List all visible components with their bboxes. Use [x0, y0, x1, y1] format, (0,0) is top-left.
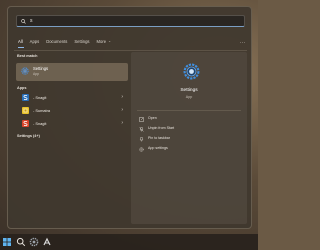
tab-documents[interactable]: Documents	[46, 39, 67, 44]
settings-icon[interactable]	[29, 237, 39, 247]
search-icon[interactable]	[16, 237, 26, 247]
unpin-icon	[139, 126, 144, 132]
unpin-from-start-action[interactable]: Unpin from Start	[139, 125, 174, 133]
app-icon[interactable]	[42, 237, 52, 247]
pin-to-taskbar-action[interactable]: Pin to taskbar	[139, 135, 170, 143]
more-options-button[interactable]: ...	[240, 40, 246, 45]
start-search-panel: s All Apps Documents Settings More ⌄ ...…	[7, 6, 252, 229]
list-item[interactable]: - Snagit ›	[16, 92, 128, 103]
search-query: s	[30, 17, 33, 24]
tab-all[interactable]: All	[18, 39, 23, 44]
chevron-right-icon[interactable]: ›	[121, 120, 123, 126]
search-input[interactable]: s	[16, 15, 245, 27]
unpin-label: Unpin from Start	[148, 126, 175, 131]
tab-apps[interactable]: Apps	[30, 39, 40, 44]
detail-divider	[137, 110, 241, 111]
windows-start-icon[interactable]	[2, 237, 12, 247]
results-list: Best match Settings App Apps - Snagit ›	[14, 52, 128, 228]
open-icon	[139, 116, 144, 122]
detail-pane: Settings App Open Unpin from Start Pin t…	[131, 52, 247, 224]
list-item[interactable]: - Snagit ›	[16, 118, 128, 129]
app-label: - Snagit	[33, 120, 47, 126]
detail-title: Settings	[180, 88, 198, 93]
chevron-down-icon: ⌄	[108, 39, 112, 44]
list-item[interactable]: - Sumatra ›	[16, 105, 128, 116]
gear-icon	[139, 146, 144, 152]
tab-more-label: More	[96, 39, 107, 44]
active-tab-indicator	[18, 47, 24, 48]
app-settings-label: App settings	[148, 146, 168, 151]
taskbar	[0, 234, 258, 250]
chevron-right-icon[interactable]: ›	[121, 107, 123, 113]
tabs-divider	[14, 50, 247, 51]
tab-settings[interactable]: Settings	[74, 39, 89, 44]
settings-section-heading: Settings (4+)	[17, 134, 40, 138]
pin-label: Pin to taskbar	[148, 136, 170, 141]
chevron-right-icon[interactable]: ›	[121, 94, 123, 100]
open-action[interactable]: Open	[139, 115, 157, 123]
snagit-icon	[22, 120, 29, 127]
pin-icon	[139, 136, 144, 141]
best-match-type: App	[33, 72, 40, 76]
best-match-item[interactable]: Settings App	[16, 63, 128, 81]
search-icon	[21, 18, 26, 24]
best-match-heading: Best match	[17, 54, 38, 58]
settings-gear-icon	[183, 63, 200, 80]
app-settings-action[interactable]: App settings	[139, 145, 168, 153]
best-match-name: Settings	[33, 66, 49, 71]
tab-more[interactable]: More ⌄	[96, 39, 112, 44]
open-label: Open	[148, 116, 157, 121]
app-label: - Sumatra	[33, 107, 51, 113]
sumatra-icon	[22, 107, 29, 114]
desktop: s All Apps Documents Settings More ⌄ ...…	[0, 0, 258, 250]
settings-gear-icon	[21, 67, 29, 75]
app-label: - Snagit	[33, 94, 47, 100]
filter-tabs: All Apps Documents Settings More ⌄	[18, 39, 118, 44]
apps-heading: Apps	[17, 86, 27, 90]
detail-subtitle: App	[185, 95, 193, 99]
snagit-icon	[22, 94, 29, 101]
